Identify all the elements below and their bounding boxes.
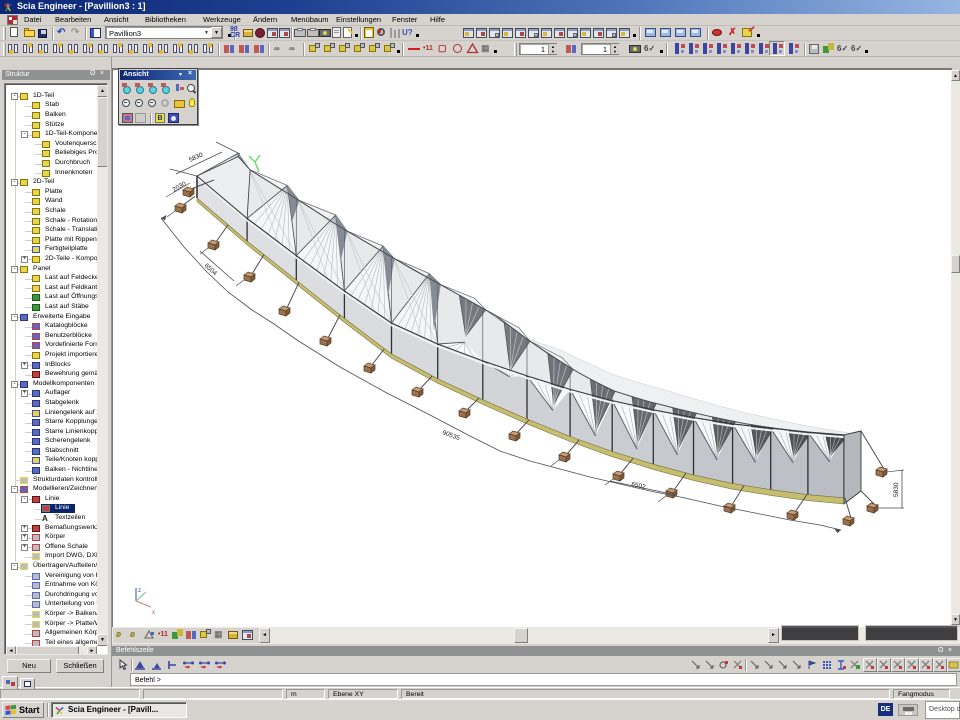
svg-text:90535: 90535: [441, 429, 461, 442]
svg-text:z: z: [138, 588, 141, 594]
svg-text:5830: 5830: [893, 482, 900, 497]
svg-text:x: x: [152, 610, 155, 616]
svg-text:6502: 6502: [631, 481, 647, 491]
